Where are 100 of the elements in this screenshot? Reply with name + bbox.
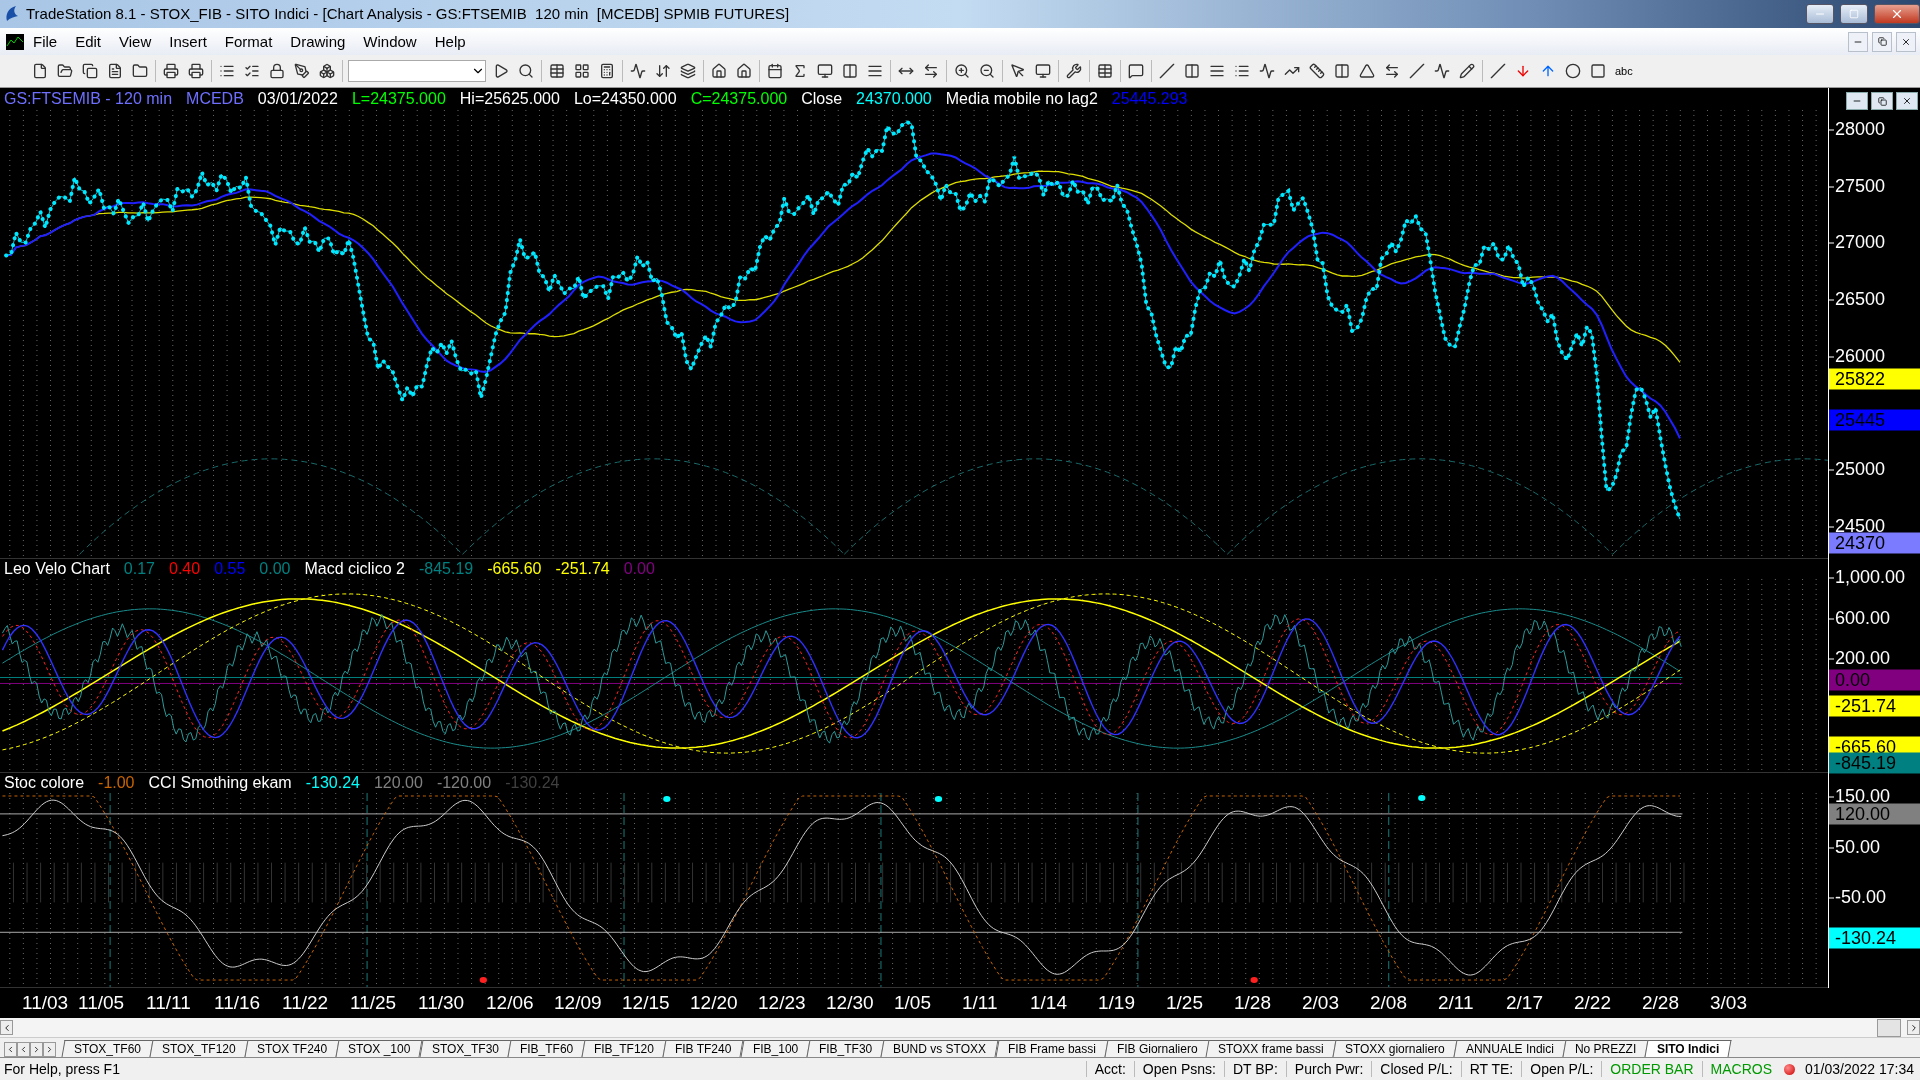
workspace-tab[interactable]: STOX_TF60 bbox=[61, 1040, 154, 1058]
scroll-left-button[interactable] bbox=[0, 1020, 13, 1036]
scroll-right-button[interactable] bbox=[1907, 1020, 1920, 1036]
legend-value: -845.19 bbox=[418, 560, 474, 578]
window-title: TradeStation 8.1 - STOX_FIB - SITO Indici - [Chart Analysis - GS:FTSEMIB 120 min [MCEDB] SPMIB FUTURES] bbox=[26, 5, 791, 23]
status-field: Open Psns: bbox=[1133, 1061, 1224, 1078]
date-label: 11/05 bbox=[78, 991, 126, 1014]
workspace-tab[interactable]: STOX TF240 bbox=[244, 1040, 340, 1058]
price-marker: 0.00 bbox=[1829, 669, 1920, 691]
workspace-tab[interactable]: FIB TF240 bbox=[662, 1040, 745, 1058]
date-label: 2/03 bbox=[1302, 991, 1340, 1014]
axis-label: 27000 bbox=[1829, 231, 1886, 253]
first-tab-button[interactable] bbox=[4, 1042, 17, 1058]
legend-value: MCEDB bbox=[186, 90, 244, 108]
menu-item[interactable]: Window bbox=[354, 31, 426, 53]
workspace-tab[interactable]: SITO Indici bbox=[1644, 1040, 1733, 1058]
pencil-icon bbox=[1459, 63, 1475, 80]
price-marker: 25445 bbox=[1829, 409, 1920, 431]
legend-value: Hi=25625.000 bbox=[459, 90, 560, 108]
print-preview-icon bbox=[188, 63, 204, 80]
status-field: Open P/L: bbox=[1521, 1061, 1602, 1078]
up-down-arrows-icon bbox=[655, 63, 671, 80]
legend-value: Lo=24350.000 bbox=[573, 90, 677, 108]
signal-dot bbox=[479, 977, 487, 984]
restore-button[interactable] bbox=[1872, 31, 1892, 52]
close-button[interactable] bbox=[1896, 92, 1918, 110]
legend-value: -1.00 bbox=[98, 774, 135, 792]
workspace-tab[interactable]: FIB_TF60 bbox=[507, 1040, 586, 1058]
workspace-tab[interactable]: FIB Giornaliero bbox=[1104, 1040, 1210, 1058]
date-label: 12/15 bbox=[622, 991, 671, 1014]
menu-item[interactable]: Format bbox=[215, 31, 282, 53]
close-button[interactable] bbox=[1874, 3, 1920, 24]
columns-icon bbox=[842, 63, 858, 80]
workspace-tab[interactable]: FIB_100 bbox=[740, 1040, 811, 1058]
date-label: 1/11 bbox=[962, 991, 999, 1014]
date-label: 11/22 bbox=[282, 991, 330, 1014]
legend-value: Stoc colore bbox=[4, 774, 85, 792]
table-icon bbox=[549, 63, 565, 80]
workspace-tab[interactable]: BUND vs STOXX bbox=[880, 1040, 1000, 1058]
workspace-tab[interactable]: FIB_TF120 bbox=[581, 1040, 667, 1058]
maximize-icon bbox=[1849, 8, 1859, 19]
signal-dot bbox=[1250, 977, 1258, 984]
legend-value: Media mobile no lag2 bbox=[945, 90, 1098, 108]
signal-dot bbox=[934, 796, 943, 802]
date-label: 11/30 bbox=[418, 991, 466, 1014]
date-label: 11/25 bbox=[350, 991, 398, 1014]
workspace-tab[interactable]: FIB Frame bassi bbox=[995, 1040, 1109, 1058]
status-field: Acct: bbox=[1085, 1061, 1134, 1078]
left-right-arrows-icon bbox=[923, 63, 939, 80]
legend-value: 0.00 bbox=[623, 560, 655, 578]
menu-item[interactable]: Drawing bbox=[281, 31, 355, 53]
minimize-button[interactable] bbox=[1848, 31, 1868, 52]
workspace-tab[interactable]: STOX_TF120 bbox=[149, 1040, 249, 1058]
menu-item[interactable]: Help bbox=[425, 31, 475, 53]
scroll-thumb[interactable] bbox=[1877, 1018, 1901, 1037]
status-field: MACROS bbox=[1701, 1061, 1780, 1078]
minimize-button[interactable] bbox=[1806, 3, 1834, 24]
menu-item[interactable]: File bbox=[24, 31, 67, 53]
legend-value: -665.60 bbox=[487, 560, 542, 578]
date-label: 11/16 bbox=[214, 991, 262, 1014]
workspace-tab[interactable]: STOXX frame bassi bbox=[1205, 1040, 1337, 1058]
menu-item[interactable]: Edit bbox=[66, 31, 111, 53]
minimize-button[interactable] bbox=[1846, 92, 1868, 110]
workspace-tab[interactable]: STOXX giornaliero bbox=[1332, 1040, 1458, 1058]
last-tab-button[interactable] bbox=[43, 1042, 56, 1058]
workspace-tab[interactable]: FIB_TF30 bbox=[806, 1040, 885, 1058]
folder-icon bbox=[132, 63, 148, 80]
text-tool-button[interactable]: abc bbox=[1613, 65, 1635, 78]
legend-value: -120.00 bbox=[436, 774, 492, 792]
help-text: For Help, press F1 bbox=[4, 1061, 121, 1078]
boxes-icon bbox=[319, 63, 335, 80]
workspace-tab[interactable]: STOX_TF30 bbox=[419, 1040, 512, 1058]
maximize-button[interactable] bbox=[1840, 3, 1868, 24]
next-tab-button[interactable] bbox=[30, 1042, 43, 1058]
price-marker: 24370 bbox=[1829, 532, 1920, 554]
document-icon bbox=[107, 63, 123, 80]
legend-value: 24370.000 bbox=[856, 90, 932, 108]
message-icon bbox=[1128, 63, 1144, 80]
workspace-tab[interactable]: No PREZZI bbox=[1562, 1040, 1649, 1058]
date-label: 1/25 bbox=[1166, 991, 1204, 1014]
status-field: RT TE: bbox=[1460, 1061, 1522, 1078]
date-label: 12/06 bbox=[486, 991, 535, 1014]
legend-value: 0.00 bbox=[259, 560, 291, 578]
menu-item[interactable]: Insert bbox=[160, 31, 216, 53]
restore-button[interactable] bbox=[1871, 92, 1893, 110]
axis-label: 26000 bbox=[1829, 345, 1886, 367]
close-button[interactable] bbox=[1896, 31, 1916, 52]
axis-label: -50.00 bbox=[1829, 886, 1887, 908]
workspace-tab[interactable]: ANNUALE Indici bbox=[1453, 1040, 1567, 1058]
status-field: Closed P/L: bbox=[1371, 1061, 1461, 1078]
date-label: 12/20 bbox=[690, 991, 739, 1014]
menu-item[interactable]: View bbox=[110, 31, 161, 53]
house-icon bbox=[736, 63, 752, 80]
status-field: Purch Pwr: bbox=[1285, 1061, 1372, 1078]
status-field: ORDER BAR bbox=[1601, 1061, 1702, 1078]
close-icon bbox=[1902, 96, 1912, 106]
workspace-tab[interactable]: STOX _100 bbox=[335, 1040, 424, 1058]
price-marker: -130.24 bbox=[1829, 927, 1920, 949]
previous-tab-button[interactable] bbox=[17, 1042, 30, 1058]
status-light-icon bbox=[1784, 1063, 1795, 1075]
